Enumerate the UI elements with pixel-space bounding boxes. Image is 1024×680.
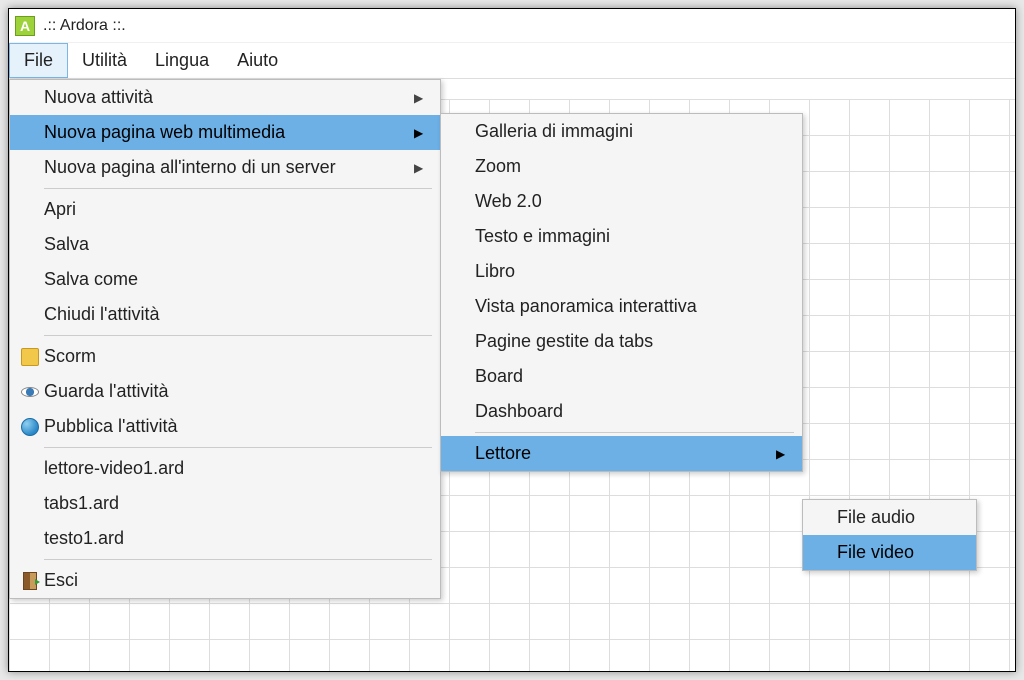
- menu-nuova-pagina-web[interactable]: Nuova pagina web multimedia ▶: [10, 115, 440, 150]
- submenu-dashboard[interactable]: Dashboard: [441, 394, 802, 429]
- file-menu: Nuova attività ▶ Nuova pagina web multim…: [9, 79, 441, 599]
- scorm-icon: [21, 348, 39, 366]
- submenu-pagine[interactable]: Pagine gestite da tabs: [441, 324, 802, 359]
- menu-nuova-attivita[interactable]: Nuova attività ▶: [10, 80, 440, 115]
- menu-salva[interactable]: Salva: [10, 227, 440, 262]
- submenu-zoom[interactable]: Zoom: [441, 149, 802, 184]
- menu-apri[interactable]: Apri: [10, 192, 440, 227]
- content-area: Nuova attività ▶ Nuova pagina web multim…: [9, 79, 1015, 671]
- app-window: A .:: Ardora ::. File Utilità Lingua Aiu…: [8, 8, 1016, 672]
- submenu-lettore[interactable]: Lettore ▶: [441, 436, 802, 471]
- submenu-file-audio[interactable]: File audio: [803, 500, 976, 535]
- menubar-utilita[interactable]: Utilità: [68, 43, 141, 78]
- chevron-right-icon: ▶: [414, 91, 428, 105]
- menu-chiudi[interactable]: Chiudi l'attività: [10, 297, 440, 332]
- submenu-board[interactable]: Board: [441, 359, 802, 394]
- chevron-right-icon: ▶: [776, 447, 790, 461]
- eye-icon: [21, 387, 39, 397]
- submenu-web20[interactable]: Web 2.0: [441, 184, 802, 219]
- menu-recent1[interactable]: lettore-video1.ard: [10, 451, 440, 486]
- separator: [44, 447, 432, 448]
- submenu-file-video[interactable]: File video: [803, 535, 976, 570]
- menu-recent3[interactable]: testo1.ard: [10, 521, 440, 556]
- separator: [44, 188, 432, 189]
- submenu-vista[interactable]: Vista panoramica interattiva: [441, 289, 802, 324]
- menu-recent2[interactable]: tabs1.ard: [10, 486, 440, 521]
- menu-pubblica[interactable]: Pubblica l'attività: [10, 409, 440, 444]
- submenu-galleria[interactable]: Galleria di immagini: [441, 114, 802, 149]
- titlebar: A .:: Ardora ::.: [9, 9, 1015, 43]
- app-icon: A: [15, 16, 35, 36]
- submenu-testo[interactable]: Testo e immagini: [441, 219, 802, 254]
- separator: [44, 335, 432, 336]
- menu-salva-come[interactable]: Salva come: [10, 262, 440, 297]
- separator: [44, 559, 432, 560]
- chevron-right-icon: ▶: [414, 161, 428, 175]
- chevron-right-icon: ▶: [414, 126, 428, 140]
- submenu-pagina-web: Galleria di immagini Zoom Web 2.0 Testo …: [440, 113, 803, 472]
- menu-scorm[interactable]: Scorm: [10, 339, 440, 374]
- menubar-lingua[interactable]: Lingua: [141, 43, 223, 78]
- menu-guarda[interactable]: Guarda l'attività: [10, 374, 440, 409]
- menu-nuova-pagina-server[interactable]: Nuova pagina all'interno di un server ▶: [10, 150, 440, 185]
- submenu-libro[interactable]: Libro: [441, 254, 802, 289]
- menubar-aiuto[interactable]: Aiuto: [223, 43, 292, 78]
- menubar-file[interactable]: File: [9, 43, 68, 78]
- submenu-lettore: File audio File video: [802, 499, 977, 571]
- separator: [475, 432, 794, 433]
- menubar: File Utilità Lingua Aiuto: [9, 43, 1015, 79]
- globe-icon: [21, 418, 39, 436]
- menu-esci[interactable]: Esci: [10, 563, 440, 598]
- exit-icon: [23, 572, 37, 590]
- window-title: .:: Ardora ::.: [43, 17, 126, 35]
